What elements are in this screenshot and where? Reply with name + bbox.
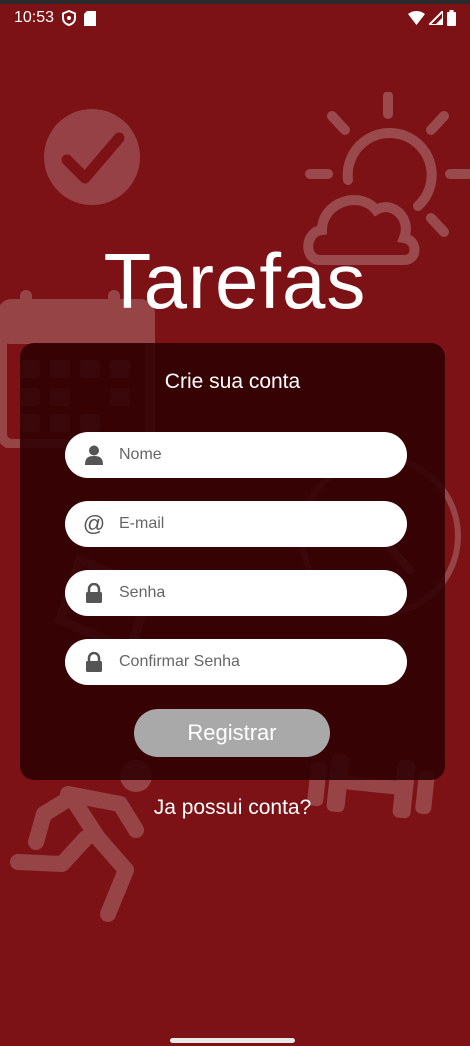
status-time: 10:53: [14, 9, 55, 26]
at-icon: @: [82, 511, 106, 536]
password-field[interactable]: [65, 570, 407, 616]
lock-icon: [83, 651, 105, 673]
login-link[interactable]: Ja possui conta?: [0, 796, 465, 820]
sd-card-icon: [84, 10, 97, 26]
confirm-password-input[interactable]: [119, 653, 379, 671]
confirm-password-field[interactable]: [65, 639, 407, 685]
password-input[interactable]: [119, 584, 379, 602]
shield-icon: [62, 10, 77, 26]
register-card: Crie sua conta @ Registrar: [20, 343, 445, 780]
register-button[interactable]: Registrar: [134, 709, 330, 757]
email-field[interactable]: @: [65, 501, 407, 547]
email-input[interactable]: [119, 515, 379, 533]
wifi-icon: [408, 11, 425, 25]
signal-icon: [429, 11, 443, 25]
name-input[interactable]: [119, 446, 379, 464]
home-indicator[interactable]: [170, 1038, 295, 1043]
status-right: [408, 10, 456, 26]
check-circle-icon: [43, 108, 141, 206]
status-left: 10:53: [14, 9, 97, 27]
battery-icon: [447, 10, 456, 26]
status-bar: 10:53: [0, 0, 470, 34]
runner-icon: [8, 758, 158, 923]
app-title: Tarefas: [103, 237, 367, 325]
lock-icon: [83, 582, 105, 604]
card-heading: Crie sua conta: [164, 370, 301, 393]
name-field[interactable]: [65, 432, 407, 478]
person-icon: [83, 444, 105, 466]
